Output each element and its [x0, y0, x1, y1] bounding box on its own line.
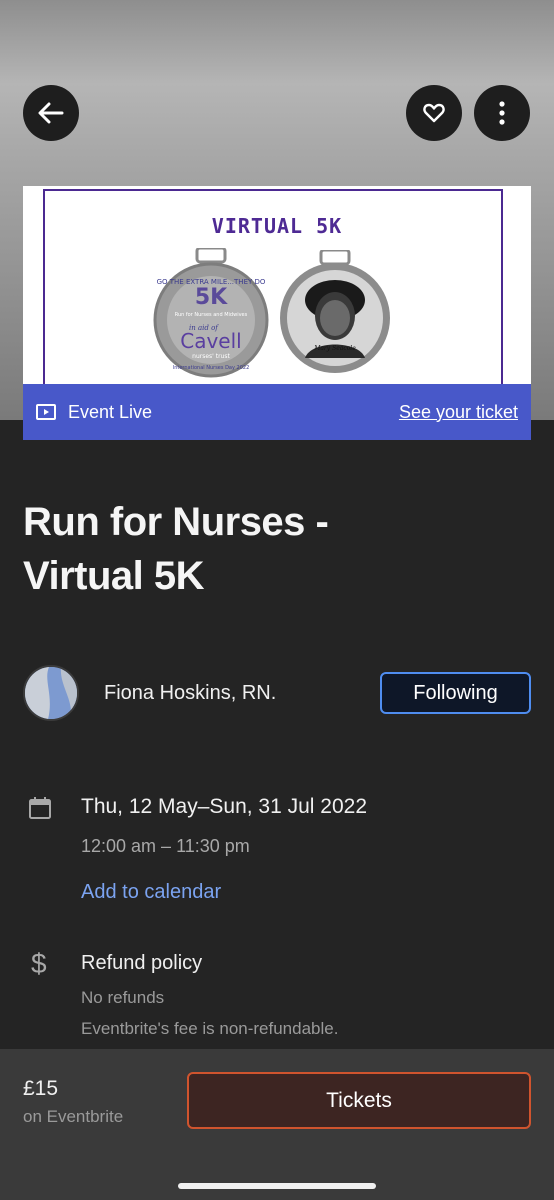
- event-banner[interactable]: VIRTUAL 5K GO THE EXTRA MILE...THEY DO 5…: [23, 186, 531, 440]
- avatar-image: [25, 667, 77, 719]
- checkout-bar: £15 on Eventbrite Tickets: [0, 1049, 554, 1200]
- tickets-button[interactable]: Tickets: [187, 1072, 531, 1129]
- ticket-price: £15: [23, 1077, 59, 1100]
- svg-text:Cavell: Cavell: [180, 329, 241, 353]
- event-live-bar: Event Live See your ticket: [23, 384, 531, 440]
- svg-text:International Nurses Day 2022: International Nurses Day 2022: [173, 365, 250, 371]
- home-indicator[interactable]: [178, 1183, 376, 1189]
- banner-title: VIRTUAL 5K: [211, 214, 343, 238]
- back-button[interactable]: [23, 85, 79, 141]
- see-your-ticket-link[interactable]: See your ticket: [399, 402, 518, 423]
- event-date-range: Thu, 12 May–Sun, 31 Jul 2022: [81, 795, 368, 818]
- heart-icon: [423, 103, 445, 123]
- cavell-medal-image: GO THE EXTRA MILE...THEY DO 5K Run for N…: [153, 248, 269, 378]
- arrow-left-icon: [38, 102, 64, 124]
- more-vertical-icon: [499, 101, 505, 125]
- like-button[interactable]: [406, 85, 462, 141]
- svg-text:Mary Seacole: Mary Seacole: [313, 345, 356, 352]
- dollar-icon: $: [31, 948, 47, 979]
- refund-policy-text: No refunds: [81, 988, 165, 1007]
- add-to-calendar-link[interactable]: Add to calendar: [81, 881, 221, 904]
- organizer-row: Fiona Hoskins, RN. Following: [23, 664, 531, 722]
- avatar[interactable]: [23, 665, 79, 721]
- svg-text:nurses' trust: nurses' trust: [192, 353, 230, 360]
- price-source: on Eventbrite: [23, 1107, 124, 1126]
- event-live-label: Event Live: [68, 401, 153, 422]
- refund-fee-note: Eventbrite's fee is non-refundable.: [81, 1019, 339, 1038]
- calendar-icon: [29, 797, 51, 819]
- event-time-range: 12:00 am – 11:30 pm: [81, 836, 250, 856]
- svg-text:5K: 5K: [195, 285, 228, 310]
- organizer-name[interactable]: Fiona Hoskins, RN.: [104, 682, 276, 705]
- refund-policy-title: Refund policy: [81, 952, 203, 974]
- event-title: Run for Nurses - Virtual 5K: [23, 495, 463, 603]
- event-title-line1: Run for Nurses -: [23, 500, 329, 544]
- event-title-line2: Virtual 5K: [23, 554, 205, 598]
- svg-text:Run for Nurses and Midwives: Run for Nurses and Midwives: [175, 312, 248, 318]
- mary-seacole-medal-image: Mary Seacole: [280, 250, 390, 373]
- more-options-button[interactable]: [474, 85, 530, 141]
- following-button[interactable]: Following: [380, 672, 531, 714]
- video-icon: [36, 404, 56, 420]
